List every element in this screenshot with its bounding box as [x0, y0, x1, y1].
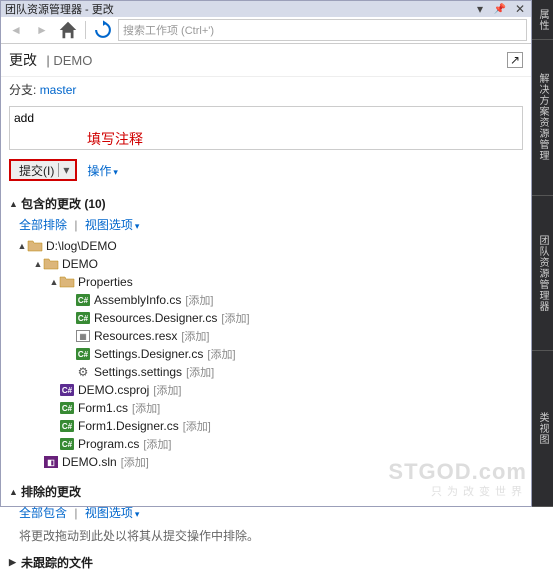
- cs-icon: C#: [75, 292, 91, 308]
- file-tag: [添加]: [183, 418, 211, 434]
- tree-item[interactable]: C#DEMO.csproj [添加]: [5, 381, 523, 399]
- cs-icon: C#: [59, 418, 75, 434]
- collapse-icon: ▲: [9, 487, 19, 497]
- cog-icon: ⚙: [75, 364, 91, 380]
- commit-button[interactable]: 提交(I) ▾: [9, 159, 77, 181]
- sln-icon: ◧: [43, 454, 59, 470]
- refresh-button[interactable]: [92, 19, 114, 41]
- untracked-files-header[interactable]: ▶ 未跟踪的文件: [1, 550, 531, 575]
- file-tag: [添加]: [221, 310, 249, 326]
- file-name: DEMO.csproj: [78, 383, 149, 397]
- rail-tab[interactable]: 团队资源管理器: [532, 196, 553, 352]
- file-tag: [添加]: [181, 328, 209, 344]
- tree-item[interactable]: C#AssemblyInfo.cs [添加]: [5, 291, 523, 309]
- file-tag: [添加]: [143, 436, 171, 452]
- cs-icon: C#: [59, 436, 75, 452]
- file-name: Resources.resx: [94, 329, 177, 343]
- tree-item[interactable]: ▲ DEMO: [5, 255, 523, 273]
- file-tag: [添加]: [207, 346, 235, 362]
- rail-tab[interactable]: 属性: [532, 0, 553, 40]
- tree-item[interactable]: ▦Resources.resx [添加]: [5, 327, 523, 345]
- expand-icon[interactable]: ▲: [33, 259, 43, 269]
- expand-icon[interactable]: ▲: [17, 241, 27, 251]
- home-button[interactable]: [57, 19, 79, 41]
- window-titlebar: 团队资源管理器 - 更改 ▾ 📌 ✕: [1, 1, 531, 17]
- expand-icon[interactable]: ↗: [507, 52, 523, 68]
- included-changes-header[interactable]: ▲ 包含的更改 (10): [1, 191, 531, 216]
- close-icon[interactable]: ✕: [513, 2, 527, 16]
- resx-icon: ▦: [75, 328, 91, 344]
- tree-root[interactable]: ▲ D:\log\DEMO: [5, 237, 523, 255]
- folder-icon: [27, 238, 43, 254]
- folder-icon: [59, 274, 75, 290]
- collapse-icon: ▲: [9, 199, 19, 209]
- file-name: Resources.Designer.cs: [94, 311, 217, 325]
- file-name: Properties: [78, 275, 133, 289]
- tree-item[interactable]: C#Resources.Designer.cs [添加]: [5, 309, 523, 327]
- folder-icon: [43, 256, 59, 272]
- pin-icon[interactable]: 📌: [493, 2, 507, 16]
- file-name: Settings.settings: [94, 365, 182, 379]
- tree-item[interactable]: ▲ Properties: [5, 273, 523, 291]
- back-button[interactable]: ◄: [5, 19, 27, 41]
- cs-icon: C#: [59, 400, 75, 416]
- page-header: 更改 | DEMO ↗: [1, 44, 531, 77]
- file-tag: [添加]: [153, 382, 181, 398]
- window-title: 团队资源管理器 - 更改: [5, 1, 114, 17]
- file-name: Settings.Designer.cs: [94, 347, 203, 361]
- commit-dropdown-icon[interactable]: ▾: [58, 163, 69, 177]
- exclude-all-link[interactable]: 全部排除: [19, 218, 67, 232]
- cs-icon: C#: [75, 310, 91, 326]
- view-options-link[interactable]: 视图选项▾: [85, 506, 140, 520]
- toolbar: ◄ ► 搜索工作项 (Ctrl+'): [1, 17, 531, 44]
- tree-item[interactable]: C#Program.cs [添加]: [5, 435, 523, 453]
- side-rail: 属性 解决方案资源管理 团队资源管理器 类视图: [532, 0, 553, 507]
- branch-link[interactable]: master: [40, 83, 77, 97]
- actions-link[interactable]: 操作▾: [87, 162, 118, 179]
- tree-item[interactable]: C#Settings.Designer.cs [添加]: [5, 345, 523, 363]
- page-title: 更改: [9, 52, 37, 68]
- tree-item[interactable]: ◧DEMO.sln [添加]: [5, 453, 523, 471]
- file-tag: [添加]: [186, 364, 214, 380]
- tree-item[interactable]: C#Form1.Designer.cs [添加]: [5, 417, 523, 435]
- excluded-desc: 将更改拖动到此处以将其从提交操作中排除。: [1, 525, 531, 550]
- file-name: Program.cs: [78, 437, 139, 451]
- include-all-link[interactable]: 全部包含: [19, 506, 67, 520]
- file-name: Form1.cs: [78, 401, 128, 415]
- file-tag: [添加]: [121, 454, 149, 470]
- cs-icon: C#: [75, 346, 91, 362]
- file-name: DEMO: [62, 257, 98, 271]
- commit-message-input[interactable]: [9, 106, 523, 150]
- rail-tab[interactable]: 解决方案资源管理: [532, 40, 553, 196]
- csproj-icon: C#: [59, 382, 75, 398]
- tree-item[interactable]: ⚙Settings.settings [添加]: [5, 363, 523, 381]
- expand-icon: ▶: [9, 557, 19, 568]
- search-input[interactable]: 搜索工作项 (Ctrl+'): [118, 19, 527, 41]
- file-tag: [添加]: [132, 400, 160, 416]
- file-name: AssemblyInfo.cs: [94, 293, 181, 307]
- excluded-changes-header[interactable]: ▲ 排除的更改: [1, 479, 531, 504]
- dropdown-icon[interactable]: ▾: [473, 2, 487, 16]
- forward-button[interactable]: ►: [31, 19, 53, 41]
- file-name: Form1.Designer.cs: [78, 419, 179, 433]
- view-options-link[interactable]: 视图选项▾: [85, 218, 140, 232]
- tree-item[interactable]: C#Form1.cs [添加]: [5, 399, 523, 417]
- branch-row: 分支: master: [1, 77, 531, 102]
- file-name: DEMO.sln: [62, 455, 117, 469]
- project-name: | DEMO: [46, 53, 92, 68]
- rail-tab[interactable]: 类视图: [532, 351, 553, 507]
- expand-icon[interactable]: ▲: [49, 277, 59, 287]
- file-tag: [添加]: [185, 292, 213, 308]
- changes-tree: ▲ D:\log\DEMO ▲DEMO▲PropertiesC#Assembly…: [1, 237, 531, 479]
